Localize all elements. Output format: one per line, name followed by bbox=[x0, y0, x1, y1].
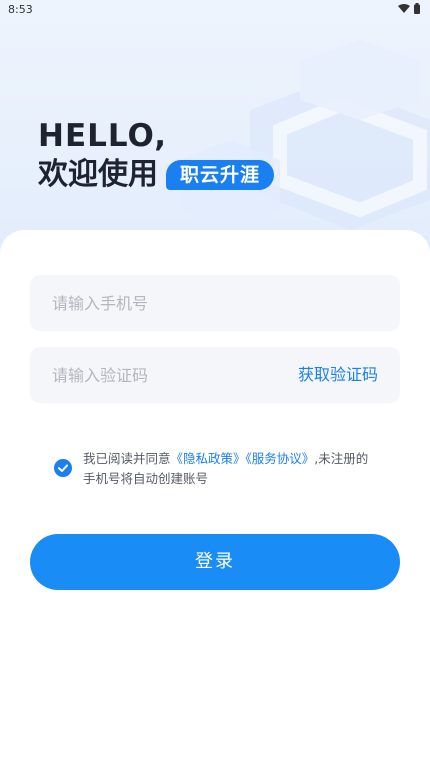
battery-icon bbox=[414, 3, 420, 14]
service-agreement-link[interactable]: 《服务协议》 bbox=[246, 451, 315, 466]
agreement-text: 我已阅读并同意《隐私政策》《服务协议》,未注册的手机号将自动创建账号 bbox=[83, 449, 374, 489]
brand-badge: 职云升涯 bbox=[166, 160, 275, 190]
login-button[interactable]: 登录 bbox=[30, 534, 400, 590]
agreement: 我已阅读并同意《隐私政策》《服务协议》,未注册的手机号将自动创建账号 bbox=[54, 449, 374, 489]
check-icon bbox=[58, 464, 68, 472]
welcome-heading: 欢迎使用 bbox=[38, 157, 158, 192]
phone-input[interactable] bbox=[52, 275, 382, 331]
agreement-checkbox[interactable] bbox=[54, 459, 72, 477]
code-input[interactable] bbox=[52, 347, 272, 403]
status-bar: 8:53 bbox=[0, 0, 430, 20]
privacy-policy-link[interactable]: 《隐私政策》 bbox=[171, 451, 246, 466]
welcome-row: 欢迎使用 职云升涯 bbox=[38, 156, 275, 194]
status-icons bbox=[398, 3, 420, 14]
wifi-icon bbox=[398, 3, 410, 13]
code-field: 获取验证码 bbox=[30, 347, 400, 403]
agreement-prefix: 我已阅读并同意 bbox=[83, 451, 171, 466]
get-code-button[interactable]: 获取验证码 bbox=[298, 347, 378, 403]
status-time: 8:53 bbox=[8, 3, 33, 16]
greeting: HELLO, 欢迎使用 职云升涯 bbox=[38, 118, 275, 194]
hello-heading: HELLO, bbox=[38, 118, 167, 154]
phone-field bbox=[30, 275, 400, 331]
